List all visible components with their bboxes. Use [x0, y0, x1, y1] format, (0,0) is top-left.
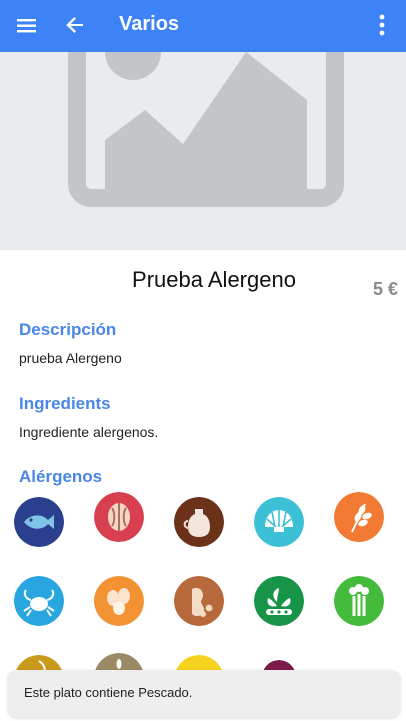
- snackbar-message: Este plato contiene Pescado.: [24, 685, 193, 700]
- dish-name: Prueba Alergeno: [132, 267, 296, 292]
- celery-icon[interactable]: [334, 576, 384, 626]
- ingredients-text: Ingrediente alergenos.: [19, 424, 159, 440]
- dish-image: [0, 52, 406, 250]
- allergens-heading: Alérgenos: [19, 467, 103, 486]
- hamburger-menu-icon[interactable]: [14, 13, 40, 39]
- mustard-icon[interactable]: [174, 497, 224, 547]
- gluten-icon[interactable]: [334, 492, 384, 542]
- eggs-icon[interactable]: [94, 576, 144, 626]
- description-text: prueba Alergeno: [19, 350, 122, 366]
- dish-price: 5 €: [372, 279, 398, 299]
- nuts-icon[interactable]: [94, 492, 144, 542]
- fish-icon[interactable]: [14, 497, 64, 547]
- app-bar: Varios: [0, 0, 406, 52]
- snackbar: Este plato contiene Pescado.: [8, 670, 400, 717]
- soy-icon[interactable]: [254, 576, 304, 626]
- image-placeholder-icon: [68, 52, 344, 207]
- crustaceans-icon[interactable]: [14, 576, 64, 626]
- peanuts-icon[interactable]: [174, 576, 224, 626]
- page-title: Varios: [119, 13, 180, 35]
- arrow-back-icon[interactable]: [62, 12, 88, 38]
- description-heading: Descripción: [19, 320, 117, 339]
- ingredients-heading: Ingredients: [19, 394, 111, 413]
- mollusks-icon[interactable]: [254, 497, 304, 547]
- more-vert-icon[interactable]: [370, 12, 394, 38]
